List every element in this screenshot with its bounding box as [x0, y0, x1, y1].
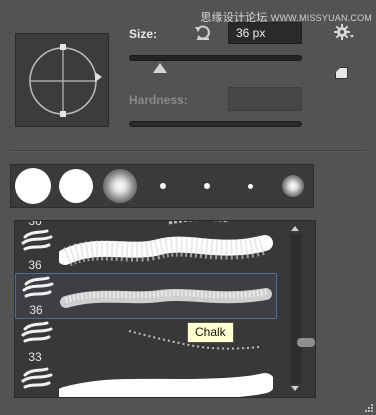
hardness-label: Hardness: — [129, 93, 188, 107]
brush-stroke-preview — [168, 221, 229, 225]
brush-list-scrollbar[interactable] — [280, 226, 310, 392]
reset-size-icon[interactable] — [193, 24, 213, 42]
new-preset-icon[interactable] — [335, 67, 349, 80]
scroll-thumb[interactable] — [297, 338, 315, 347]
size-input[interactable]: 36 px — [228, 22, 302, 44]
brush-tip-6[interactable] — [228, 165, 272, 207]
scroll-track[interactable] — [290, 234, 302, 384]
resize-grip-icon[interactable] — [364, 403, 374, 413]
brush-tip-shape — [15, 168, 51, 204]
brush-tip-1[interactable] — [11, 165, 55, 207]
brush-tip-shape — [102, 169, 137, 203]
brush-number: 33 — [28, 350, 42, 364]
brush-name-tooltip: Chalk — [187, 322, 234, 343]
brush-stroke-preview — [60, 288, 272, 308]
brush-number: 63 — [15, 396, 55, 397]
brush-tip-shape — [59, 169, 94, 203]
brush-tip-shape — [203, 183, 210, 189]
brush-tip-shape — [247, 183, 253, 189]
brush-tip-5[interactable] — [185, 165, 229, 207]
size-slider-track[interactable] — [129, 55, 302, 61]
list-item-rough[interactable]: 36 — [15, 227, 277, 273]
divider-highlight — [10, 151, 366, 152]
brush-tip-shape — [282, 175, 305, 197]
brush-number: 36 — [29, 303, 43, 317]
gear-icon[interactable] — [334, 24, 356, 42]
list-item-chalk[interactable]: 36 — [15, 273, 277, 319]
size-slider-thumb[interactable] — [153, 63, 168, 73]
list-item-faint[interactable]: 33 — [15, 319, 277, 365]
brush-thumbnail-icon — [19, 367, 55, 397]
list-item-wide[interactable]: 63 — [15, 365, 277, 397]
brush-tip-7[interactable] — [271, 165, 315, 207]
brush-stroke-preview — [59, 373, 273, 397]
brush-tip-4[interactable] — [141, 165, 185, 207]
scroll-up-arrow-icon[interactable] — [291, 226, 299, 231]
brush-tip-strip — [10, 164, 314, 208]
brush-tip-2[interactable] — [54, 165, 98, 207]
brush-preset-list: 36 36363363 — [14, 220, 316, 398]
hardness-slider-track[interactable] — [129, 121, 302, 127]
brush-stroke-preview — [128, 330, 260, 350]
hardness-input[interactable] — [228, 87, 302, 111]
brush-stroke-preview — [59, 235, 273, 267]
brush-number: 36 — [28, 258, 42, 272]
brush-tip-3[interactable] — [98, 165, 142, 207]
scroll-down-arrow-icon[interactable] — [291, 386, 299, 391]
brush-tip-shape — [160, 183, 167, 189]
angle-arrow-icon[interactable] — [95, 72, 102, 82]
size-label: Size: — [129, 27, 158, 41]
